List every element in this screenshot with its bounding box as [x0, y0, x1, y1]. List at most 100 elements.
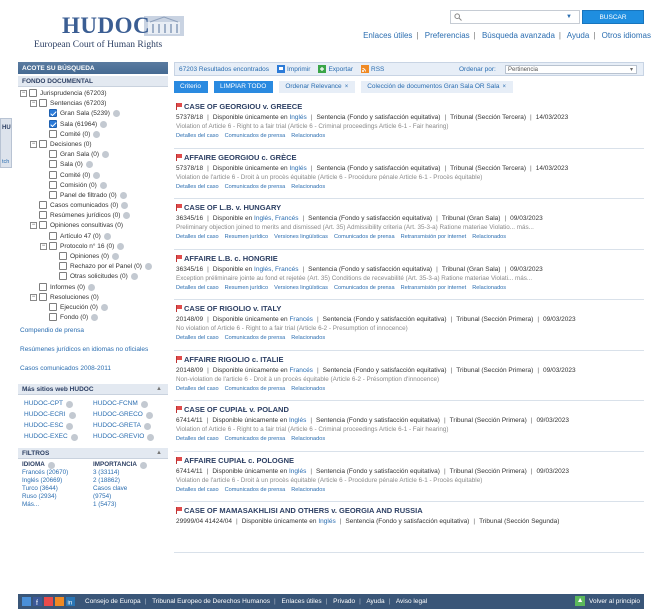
help-icon[interactable]	[99, 181, 107, 189]
checkbox[interactable]	[39, 221, 47, 230]
help-icon[interactable]	[88, 283, 96, 291]
language-link[interactable]: Francés	[289, 316, 312, 323]
checkbox[interactable]	[49, 119, 57, 128]
result-link[interactable]: Relacionados	[472, 234, 506, 240]
help-icon[interactable]	[117, 242, 125, 250]
tree-node[interactable]: Gran Sala (0)	[20, 150, 168, 160]
collapse-icon[interactable]: ▲	[156, 386, 162, 392]
filters-title[interactable]: FILTROS ▲	[18, 448, 168, 460]
result-link[interactable]: Detalles del caso	[176, 386, 219, 392]
result-link[interactable]: Detalles del caso	[176, 285, 219, 291]
site-link[interactable]: HUDOC-GREVIO	[93, 431, 162, 442]
link-press-compendium[interactable]: Compendio de prensa	[20, 327, 84, 334]
tree-node[interactable]: − Protocolo n° 16 (0)	[20, 241, 168, 252]
facebook-icon[interactable]: f	[33, 597, 42, 606]
result-title[interactable]: CASE OF MAMASAKHLISI AND OTHERS v. GEORG…	[176, 505, 642, 516]
chevron-down-icon[interactable]: ▼	[566, 14, 572, 20]
result-link[interactable]: Detalles del caso	[176, 184, 219, 190]
result-title[interactable]: CASE OF L.B. v. HUNGARY	[176, 202, 642, 213]
help-icon[interactable]	[123, 212, 131, 220]
help-icon[interactable]	[70, 433, 78, 441]
result-link[interactable]: Detalles del caso	[176, 234, 219, 240]
result-link[interactable]: Resumen jurídico	[225, 234, 269, 240]
result-link[interactable]: Relacionados	[291, 184, 325, 190]
result-link[interactable]: Versiones lingüísticas	[274, 285, 328, 291]
language-link[interactable]: Inglés	[289, 468, 306, 475]
language-link[interactable]: Inglés, Francés	[254, 266, 298, 273]
help-icon[interactable]	[68, 411, 76, 419]
result-link[interactable]: Comunicados de prensa	[225, 133, 286, 139]
site-link[interactable]: HUDOC-EXEC	[24, 431, 93, 442]
tree-node[interactable]: Comité (0)	[20, 129, 168, 140]
filter-option[interactable]: 1 (5473)	[93, 501, 164, 509]
help-icon[interactable]	[145, 411, 153, 419]
tree-node[interactable]: − Decisiones (0)	[20, 139, 168, 150]
checkbox[interactable]	[49, 160, 57, 169]
help-icon[interactable]	[66, 422, 74, 430]
tree-node[interactable]: Resúmenes jurídicos (0)	[20, 211, 168, 221]
result-link[interactable]: Versiones lingüísticas	[274, 234, 328, 240]
checkbox[interactable]	[49, 190, 57, 199]
result-title[interactable]: CASE OF CUPIAŁ v. POLAND	[176, 404, 642, 415]
result-link[interactable]: Retransmisión por internet	[401, 285, 467, 291]
checkbox[interactable]	[59, 262, 67, 271]
footer-link[interactable]: Consejo de Europa	[85, 598, 141, 605]
result-link[interactable]: Comunicados de prensa	[334, 285, 395, 291]
result-link[interactable]: Comunicados de prensa	[225, 184, 286, 190]
tree-node[interactable]: Comité (0)	[20, 170, 168, 181]
site-link[interactable]: HUDOC-GRETA	[93, 420, 162, 431]
tree-node[interactable]: Otras solicitudes (0)	[20, 272, 168, 282]
tree-node[interactable]: Rechazo por el Panel (0)	[20, 262, 168, 272]
collapse-toggle-icon[interactable]: −	[30, 140, 37, 148]
help-icon[interactable]	[100, 120, 108, 128]
language-link[interactable]: Inglés	[289, 417, 306, 424]
result-link[interactable]: Comunicados de prensa	[225, 386, 286, 392]
export-button[interactable]: Exportar	[318, 65, 353, 73]
link-legal-summaries[interactable]: Resúmenes jurídicos en idiomas no oficia…	[20, 346, 148, 353]
result-title[interactable]: AFFAIRE CUPIAŁ c. POLOGNE	[176, 455, 642, 466]
checkbox[interactable]	[49, 302, 57, 311]
filter-option[interactable]: Turco (3644)	[22, 485, 93, 493]
result-title[interactable]: AFFAIRE GEORGIOU c. GRÈCE	[176, 152, 642, 163]
help-icon[interactable]	[121, 202, 129, 210]
help-icon[interactable]	[144, 263, 152, 271]
result-link[interactable]: Detalles del caso	[176, 436, 219, 442]
help-icon[interactable]	[93, 171, 101, 179]
search-input[interactable]	[450, 10, 580, 24]
site-link[interactable]: HUDOC-ECRI	[24, 409, 93, 420]
result-link[interactable]: Detalles del caso	[176, 335, 219, 341]
filter-option[interactable]: Inglés (20669)	[22, 477, 93, 485]
criteria-chip-relevance[interactable]: Ordenar Relevance ×	[279, 81, 356, 93]
share-icon[interactable]	[22, 597, 31, 606]
result-link[interactable]: Relacionados	[291, 335, 325, 341]
help-icon[interactable]	[93, 130, 101, 138]
tree-node[interactable]: Gran Sala (5239)	[20, 109, 168, 119]
help-icon[interactable]	[91, 314, 99, 322]
link-other-languages[interactable]: Otros idiomas	[602, 31, 651, 40]
checkbox[interactable]	[49, 180, 57, 189]
close-icon[interactable]: ×	[345, 84, 349, 90]
back-to-top-button[interactable]: ▲ Volver al principio	[575, 596, 640, 606]
tree-node[interactable]: Fondo (0)	[20, 313, 168, 323]
result-link[interactable]: Detalles del caso	[176, 487, 219, 493]
link-useful-links[interactable]: Enlaces útiles	[363, 31, 412, 40]
collapse-icon[interactable]: ▲	[156, 450, 162, 456]
site-link[interactable]: HUDOC-GRECO	[93, 409, 162, 420]
print-button[interactable]: Imprimir	[276, 65, 310, 73]
site-link[interactable]: HUDOC-ESC	[24, 420, 93, 431]
link-help[interactable]: Ayuda	[567, 31, 590, 40]
checkbox[interactable]	[39, 99, 47, 108]
tree-node[interactable]: Casos comunicados (0)	[20, 201, 168, 211]
result-link[interactable]: Relacionados	[291, 133, 325, 139]
clear-all-button[interactable]: LIMPIAR TODO	[213, 81, 274, 93]
result-link[interactable]: Resumen jurídico	[225, 285, 269, 291]
linkedin-icon[interactable]: in	[66, 597, 75, 606]
result-link[interactable]: Relacionados	[291, 487, 325, 493]
language-link[interactable]: Inglés, Francés	[254, 215, 298, 222]
checkbox[interactable]	[39, 201, 47, 210]
help-icon[interactable]	[139, 462, 147, 470]
filter-option[interactable]: (9754)	[93, 493, 164, 501]
order-select[interactable]: Pertinencia	[505, 65, 637, 74]
help-icon[interactable]	[85, 161, 93, 169]
close-icon[interactable]: ×	[502, 84, 506, 90]
